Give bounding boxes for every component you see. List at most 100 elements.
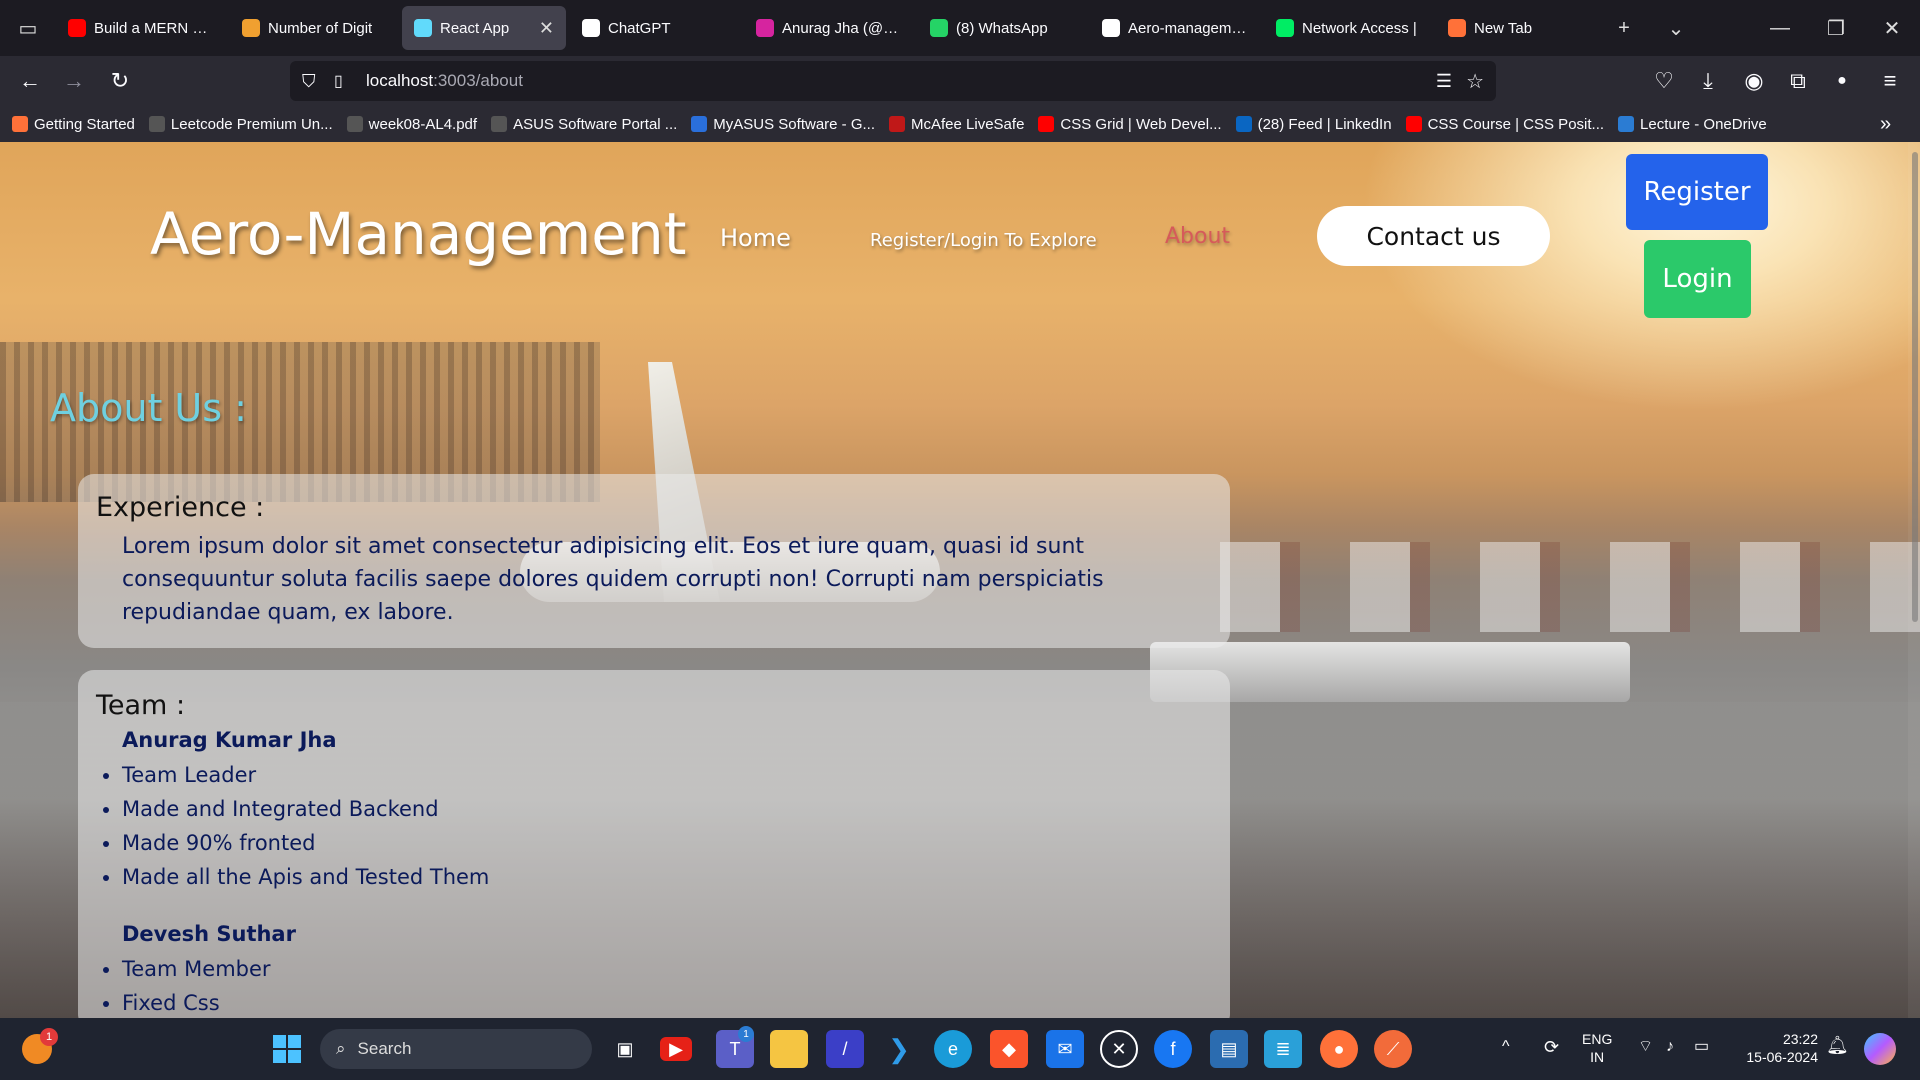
- shield-icon[interactable]: ⛉: [302, 71, 316, 92]
- experience-heading: Experience :: [96, 492, 265, 523]
- task-view-icon[interactable]: ▣: [606, 1030, 644, 1068]
- bookmark-item[interactable]: MyASUS Software - G...: [691, 116, 875, 133]
- contact-us-button[interactable]: Contact us: [1317, 206, 1550, 266]
- bookmark-item[interactable]: Lecture - OneDrive: [1618, 116, 1767, 133]
- bookmark-item[interactable]: McAfee LiveSafe: [889, 116, 1024, 133]
- bookmark-item[interactable]: week08-AL4.pdf: [346, 116, 477, 133]
- browser-tab[interactable]: ChatGPT: [570, 6, 740, 50]
- battery-icon[interactable]: ▭: [1694, 1038, 1709, 1056]
- tab-bar: ▭ Build a MERN Rea Number of Digit React A…: [0, 0, 1920, 56]
- tab-list-icon[interactable]: ▭: [0, 0, 56, 56]
- windows-taskbar: 1 ⌕ Search ▣ ▶ T 1 / ❯ e ◆ ✉ ✕ f ▤ ≣ ● ⟋…: [0, 1018, 1920, 1080]
- browser-tab[interactable]: (8) WhatsApp: [918, 6, 1086, 50]
- whatsapp-icon: [930, 19, 948, 37]
- chevron-down-icon[interactable]: ⌄: [1648, 0, 1704, 56]
- bookmarks-toolbar: Getting Started Leetcode Premium Un... wee…: [0, 106, 1920, 142]
- page-icon: ▯: [334, 73, 343, 90]
- clock[interactable]: 23:22 15-06-2024: [1732, 1030, 1818, 1066]
- youtube-icon[interactable]: ▶: [660, 1037, 692, 1061]
- bookmark-item[interactable]: CSS Course | CSS Posit...: [1405, 115, 1605, 133]
- bell-icon[interactable]: 🔔︎: [1826, 1036, 1849, 1054]
- browser-tab[interactable]: Network Access |: [1264, 6, 1432, 50]
- firefox-icon[interactable]: ●: [1320, 1030, 1358, 1068]
- back-icon[interactable]: ←: [8, 56, 52, 106]
- close-window-icon[interactable]: ✕: [1864, 0, 1920, 56]
- asus-icon: [691, 116, 708, 132]
- notepad-icon[interactable]: ≣: [1264, 1030, 1302, 1068]
- file-explorer-icon[interactable]: [770, 1030, 808, 1068]
- bookmark-item[interactable]: Getting Started: [12, 116, 135, 133]
- restore-icon[interactable]: ❐: [1808, 0, 1864, 56]
- close-tab-icon[interactable]: ✕: [539, 18, 554, 39]
- mail-icon[interactable]: ✉: [1046, 1030, 1084, 1068]
- nav-explore-link[interactable]: Register/Login To Explore: [870, 230, 1097, 251]
- brave-icon[interactable]: ◆: [990, 1030, 1028, 1068]
- browser-tab[interactable]: Number of Digit: [230, 6, 398, 50]
- extension-icon[interactable]: ●: [1820, 56, 1864, 106]
- bookmark-item[interactable]: CSS Grid | Web Devel...: [1038, 116, 1222, 133]
- app-icon[interactable]: /: [826, 1030, 864, 1068]
- facebook-icon[interactable]: f: [1154, 1030, 1192, 1068]
- minimize-icon[interactable]: —: [1752, 0, 1808, 56]
- menu-icon[interactable]: ≡: [1868, 56, 1912, 106]
- tab-label: Network Access |: [1302, 19, 1417, 37]
- reload-icon[interactable]: ↻: [98, 56, 142, 106]
- browser-tab[interactable]: Aero-managemen: [1090, 6, 1260, 50]
- scrollbar-thumb[interactable]: [1912, 152, 1918, 622]
- account-icon[interactable]: ◉: [1732, 56, 1776, 106]
- tab-strip: Build a MERN Rea Number of Digit React App…: [56, 6, 1606, 50]
- globe-icon: [148, 116, 165, 132]
- firefox-icon: [12, 116, 28, 132]
- bookmark-item[interactable]: (28) Feed | LinkedIn: [1235, 116, 1392, 133]
- new-tab-icon[interactable]: +: [1596, 0, 1652, 56]
- copilot-icon[interactable]: [1864, 1033, 1896, 1065]
- bookmark-label: ASUS Software Portal ...: [513, 115, 678, 133]
- download-icon[interactable]: ⤓: [1686, 56, 1730, 106]
- page-scrollbar[interactable]: [1908, 142, 1920, 1018]
- mcafee-icon: [889, 116, 906, 132]
- wifi-icon[interactable]: ⌔: [1638, 1038, 1653, 1056]
- firefox-icon: [1448, 19, 1466, 37]
- extensions-icon[interactable]: ⧉: [1776, 56, 1820, 106]
- url-bar[interactable]: ⛉ ▯ localhost:3003/about ☰ ☆: [290, 61, 1496, 101]
- vscode-icon[interactable]: ❯: [880, 1030, 918, 1068]
- postman-icon[interactable]: ⟋: [1374, 1030, 1412, 1068]
- member-points: Team Leader Made and Integrated Backend …: [122, 758, 489, 894]
- app-store-icon[interactable]: ▤: [1210, 1030, 1248, 1068]
- pocket-icon[interactable]: ♡: [1642, 56, 1686, 106]
- edge-icon[interactable]: e: [934, 1030, 972, 1068]
- nav-about-link[interactable]: About: [1165, 224, 1230, 249]
- onedrive-icon: [1618, 116, 1635, 132]
- browser-tab[interactable]: Anurag Jha (@anu: [744, 6, 914, 50]
- member-name: Devesh Suthar: [122, 922, 296, 946]
- tab-label: Build a MERN Rea: [94, 19, 214, 37]
- windows-start-icon[interactable]: [268, 1030, 306, 1068]
- login-button[interactable]: Login: [1644, 240, 1751, 318]
- language-indicator[interactable]: ENG IN: [1582, 1030, 1612, 1066]
- browser-tab[interactable]: Build a MERN Rea: [56, 6, 226, 50]
- register-button[interactable]: Register: [1626, 154, 1768, 230]
- sync-icon[interactable]: ⟳: [1544, 1038, 1559, 1056]
- more-bookmarks-icon[interactable]: »: [1880, 106, 1891, 142]
- forward-icon[interactable]: →: [52, 56, 96, 106]
- react-icon: [414, 19, 432, 37]
- bookmark-item[interactable]: Leetcode Premium Un...: [148, 116, 333, 133]
- youtube-icon: [1038, 116, 1055, 132]
- nav-home-link[interactable]: Home: [720, 224, 791, 252]
- team-heading: Team :: [96, 690, 186, 721]
- browser-tab[interactable]: React App ✕: [402, 6, 566, 50]
- list-item: Team Member: [122, 952, 271, 986]
- taskbar-search[interactable]: ⌕ Search: [320, 1029, 592, 1069]
- bookmark-label: Getting Started: [34, 115, 135, 133]
- xbox-icon[interactable]: ✕: [1100, 1030, 1138, 1068]
- url-text[interactable]: localhost:3003/about: [366, 71, 523, 91]
- reader-view-icon[interactable]: ☰: [1436, 71, 1452, 92]
- browser-tab[interactable]: New Tab: [1436, 6, 1606, 50]
- site-title[interactable]: Aero-Management: [150, 200, 686, 268]
- volume-icon[interactable]: ♪: [1666, 1038, 1674, 1056]
- bookmark-label: CSS Course | CSS Posit...: [1427, 115, 1605, 133]
- star-icon[interactable]: ☆: [1466, 69, 1484, 94]
- bookmark-item[interactable]: ASUS Software Portal ...: [491, 116, 677, 133]
- bookmark-label: MyASUS Software - G...: [713, 115, 876, 133]
- show-hidden-icons[interactable]: ^: [1502, 1038, 1510, 1056]
